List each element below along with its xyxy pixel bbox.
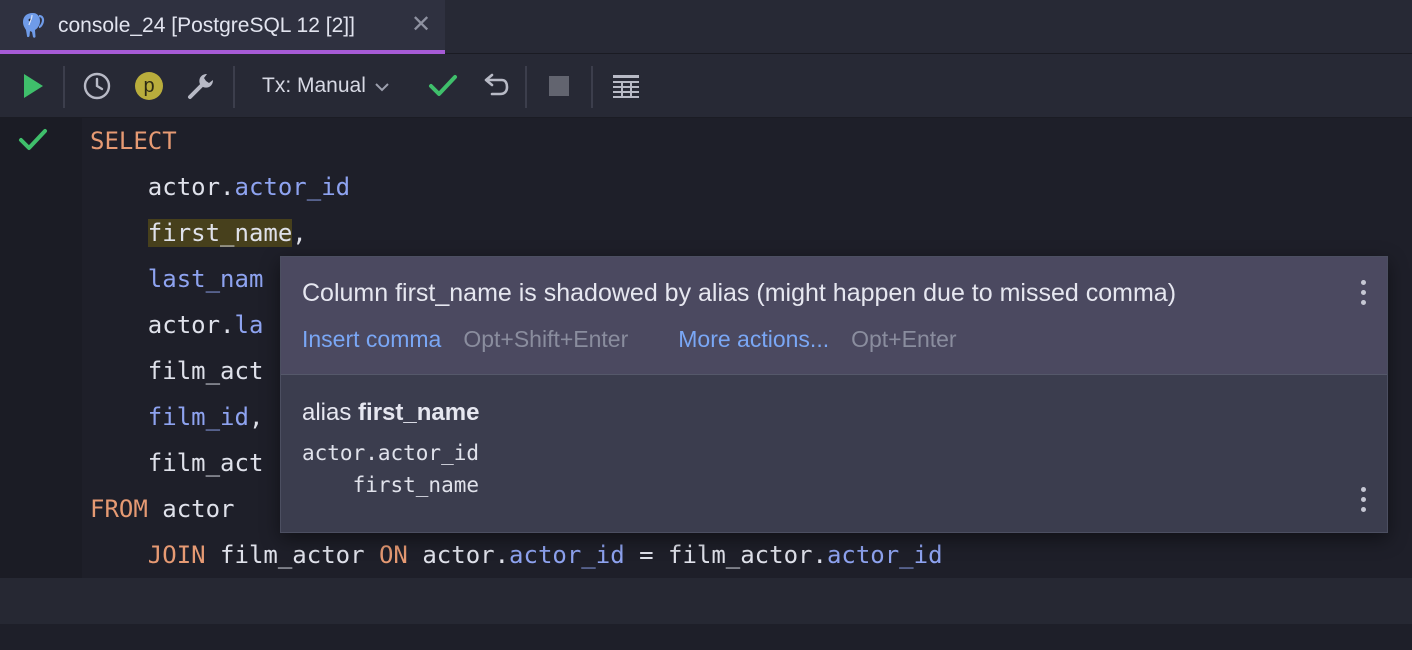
documentation-title-name: first_name bbox=[358, 399, 480, 426]
highlighted-identifier: first_name bbox=[147, 219, 293, 247]
column-reference: actor_id bbox=[826, 541, 943, 569]
code-line: SELECT bbox=[90, 118, 177, 164]
code-line: actor.actor_id bbox=[90, 164, 350, 210]
tab-title: console_24 [PostgreSQL 12 [2]] bbox=[58, 14, 355, 37]
output-table-button[interactable] bbox=[606, 54, 646, 118]
column-reference: actor_id bbox=[509, 541, 625, 569]
transaction-mode-dropdown[interactable]: Tx: Manual bbox=[262, 54, 390, 118]
commit-button[interactable] bbox=[423, 54, 463, 118]
toolbar-separator bbox=[591, 66, 593, 108]
toolbar-separator bbox=[233, 66, 235, 108]
sql-keyword: SELECT bbox=[90, 127, 177, 155]
history-button[interactable] bbox=[78, 54, 116, 118]
execute-button[interactable] bbox=[14, 54, 52, 118]
inspection-popup-header: Column first_name is shadowed by alias (… bbox=[281, 257, 1387, 375]
column-reference: last_nam bbox=[147, 265, 264, 293]
sql-keyword: ON bbox=[378, 541, 408, 569]
column-reference: film_id bbox=[147, 403, 249, 431]
console-toolbar: p Tx: Manual bbox=[0, 54, 1412, 118]
more-actions-shortcut: Opt+Enter bbox=[851, 326, 957, 352]
sql-editor[interactable]: SELECT actor.actor_id first_name, last_n… bbox=[0, 118, 1412, 650]
code-line: first_name, bbox=[90, 210, 307, 256]
undo-icon bbox=[484, 73, 509, 96]
code-line: JOIN film_actor ON actor.actor_id = film… bbox=[90, 532, 943, 578]
toolbar-separator bbox=[525, 66, 527, 108]
sql-keyword: JOIN bbox=[147, 541, 206, 569]
editor-gutter bbox=[0, 118, 82, 578]
statement-success-check-icon bbox=[19, 129, 47, 150]
postgresql-elephant-icon bbox=[23, 13, 45, 38]
stop-button[interactable] bbox=[540, 54, 578, 118]
code-line: film_act bbox=[90, 348, 264, 394]
editor-tab-bar: console_24 [PostgreSQL 12 [2]] ✕ bbox=[0, 0, 1412, 54]
toolbar-separator bbox=[63, 66, 65, 108]
tab-console[interactable]: console_24 [PostgreSQL 12 [2]] ✕ bbox=[0, 0, 445, 54]
column-reference: la bbox=[234, 311, 264, 339]
insert-comma-shortcut: Opt+Shift+Enter bbox=[463, 326, 629, 352]
profile-badge-icon: p bbox=[135, 72, 163, 100]
documentation-code-line: first_name bbox=[302, 473, 480, 497]
current-line-highlight bbox=[0, 578, 1412, 624]
identifier: , bbox=[292, 219, 307, 247]
checkmark-icon bbox=[429, 75, 457, 96]
documentation-code-line: actor.actor_id bbox=[302, 441, 480, 465]
code-line: film_id, bbox=[90, 394, 264, 440]
documentation-title: alias first_name bbox=[302, 399, 479, 427]
inspection-popup: Column first_name is shadowed by alias (… bbox=[280, 256, 1388, 533]
identifier: film_actor bbox=[205, 541, 379, 569]
profile-button[interactable]: p bbox=[130, 54, 168, 118]
sql-keyword: FROM bbox=[90, 495, 148, 523]
more-options-icon[interactable] bbox=[1356, 279, 1370, 307]
insert-comma-link[interactable]: Insert comma bbox=[302, 326, 441, 353]
identifier: actor bbox=[147, 495, 235, 523]
column-reference: actor_id bbox=[234, 173, 351, 201]
more-options-icon[interactable] bbox=[1356, 486, 1370, 514]
code-line: actor.la bbox=[90, 302, 264, 348]
rollback-button[interactable] bbox=[475, 54, 515, 118]
identifier: , bbox=[248, 403, 264, 431]
table-icon bbox=[613, 75, 639, 98]
identifier: = film_actor. bbox=[624, 541, 827, 569]
identifier: actor. bbox=[147, 173, 235, 201]
quick-fix-actions: Insert comma Opt+Shift+Enter More action… bbox=[302, 326, 957, 353]
settings-button[interactable] bbox=[182, 54, 220, 118]
code-line: film_act bbox=[90, 440, 264, 486]
close-icon[interactable]: ✕ bbox=[411, 13, 431, 37]
identifier: film_act bbox=[147, 357, 264, 385]
identifier: film_act bbox=[147, 449, 264, 477]
code-line: last_nam bbox=[90, 256, 264, 302]
identifier: actor. bbox=[407, 541, 510, 569]
clock-icon bbox=[83, 72, 111, 100]
run-play-icon bbox=[24, 74, 43, 98]
chevron-down-icon bbox=[375, 83, 389, 92]
stop-icon bbox=[549, 76, 569, 96]
code-line: FROM actor bbox=[90, 486, 235, 532]
documentation-title-prefix: alias bbox=[302, 399, 359, 426]
transaction-mode-label: Tx: Manual bbox=[262, 74, 366, 97]
wrench-icon bbox=[188, 74, 213, 99]
identifier: actor. bbox=[147, 311, 235, 339]
inspection-message: Column first_name is shadowed by alias (… bbox=[302, 279, 1177, 307]
more-actions-link[interactable]: More actions... bbox=[678, 326, 829, 353]
